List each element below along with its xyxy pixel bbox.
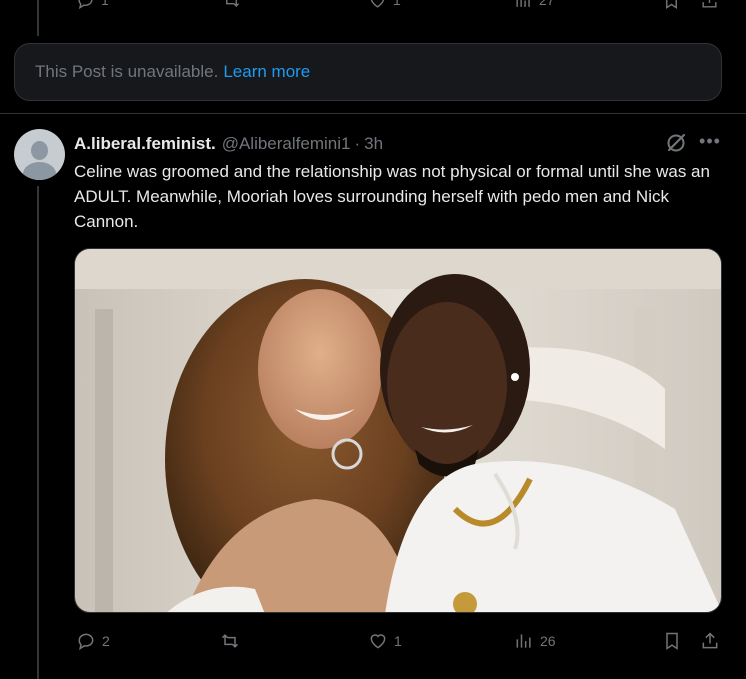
- views-icon: [516, 634, 531, 648]
- post-header: A.liberal.feminist. @Aliberalfemini1 · 3…: [74, 133, 383, 155]
- bookmark-button[interactable]: [662, 0, 681, 10]
- separator-dot: ·: [354, 134, 361, 153]
- display-name[interactable]: A.liberal.feminist.: [74, 134, 216, 154]
- repost-icon: [221, 634, 239, 648]
- reply-count: 1: [101, 0, 109, 8]
- unavailable-text: This Post is unavailable.: [35, 62, 219, 81]
- share-icon: [702, 632, 718, 649]
- post-divider: [0, 113, 746, 114]
- repost-button[interactable]: [222, 0, 241, 10]
- views-button[interactable]: 27: [514, 0, 555, 10]
- reply-count: 2: [102, 633, 110, 649]
- share-button[interactable]: [700, 631, 720, 651]
- like-icon: [370, 0, 385, 8]
- avatar-head-shape: [31, 141, 48, 160]
- learn-more-link[interactable]: Learn more: [223, 62, 310, 82]
- photo-image: [75, 249, 721, 612]
- reply-icon: [78, 0, 93, 9]
- like-icon: [370, 634, 386, 649]
- thread-line-bottom: [37, 186, 39, 679]
- grok-icon[interactable]: [664, 131, 688, 155]
- unavailable-post-notice: This Post is unavailable. Learn more: [14, 43, 722, 101]
- repost-button[interactable]: [220, 631, 246, 651]
- like-button[interactable]: 1: [368, 631, 402, 651]
- share-icon: [702, 0, 717, 8]
- views-icon: [516, 0, 530, 7]
- reply-button[interactable]: 2: [76, 631, 110, 651]
- post-actions: 2 1 26: [74, 629, 724, 655]
- views-button[interactable]: 26: [514, 631, 556, 651]
- more-icon[interactable]: •••: [698, 131, 722, 155]
- thread-line-top: [37, 0, 39, 36]
- post-time[interactable]: 3h: [364, 134, 383, 154]
- previous-post-actions: 1 1 27: [74, 0, 724, 12]
- like-button[interactable]: 1: [368, 0, 401, 10]
- post-text: Celine was groomed and the relationship …: [74, 162, 710, 231]
- post-photo[interactable]: [74, 248, 722, 613]
- bookmark-button[interactable]: [662, 631, 682, 651]
- views-count: 27: [539, 0, 555, 8]
- bookmark-icon: [666, 632, 678, 650]
- bookmark-icon: [666, 0, 677, 9]
- avatar-shoulders-shape: [23, 162, 56, 180]
- share-button[interactable]: [700, 0, 719, 10]
- reply-icon: [78, 633, 94, 651]
- like-count: 1: [393, 0, 401, 8]
- user-handle[interactable]: @Aliberalfemini1: [222, 134, 351, 154]
- avatar[interactable]: [14, 129, 65, 180]
- like-count: 1: [394, 633, 402, 649]
- reply-button[interactable]: 1: [76, 0, 109, 10]
- views-count: 26: [540, 633, 556, 649]
- repost-icon: [226, 0, 240, 7]
